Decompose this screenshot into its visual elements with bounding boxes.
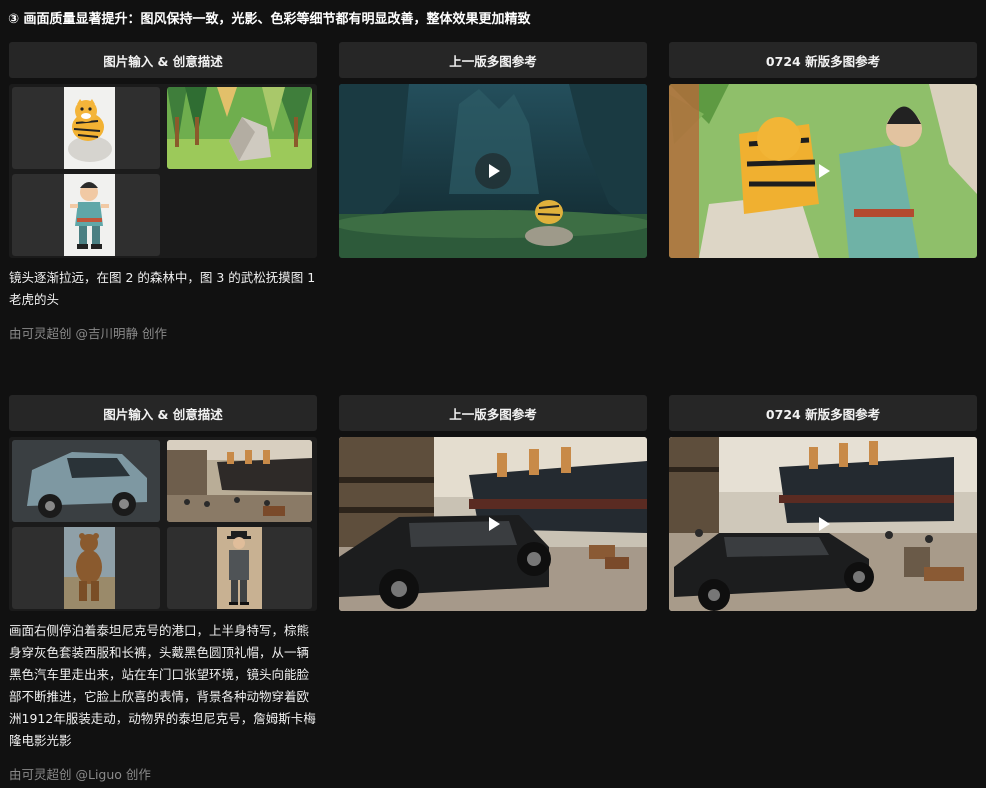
- header-new-version: 0724 新版多图参考: [669, 42, 977, 78]
- play-button[interactable]: [805, 506, 841, 542]
- play-icon: [489, 164, 500, 178]
- input-image-gentleman: [167, 527, 312, 609]
- new-version-video[interactable]: [669, 437, 977, 611]
- play-icon: [819, 517, 830, 531]
- input-image-tiger: [12, 87, 160, 169]
- example-credit: 由可灵超创 @吉川明静 创作: [9, 326, 167, 341]
- example-description: 镜头逐渐拉远，在图 2 的森林中，图 3 的武松抚摸图 1 老虎的头: [9, 270, 316, 307]
- header-new-version: 0724 新版多图参考: [669, 395, 977, 431]
- input-image-port: [167, 440, 312, 522]
- input-image-car: [12, 440, 160, 522]
- previous-version-video[interactable]: [339, 437, 647, 611]
- input-image-character: [12, 174, 160, 256]
- play-icon: [489, 517, 500, 531]
- header-input-description: 图片输入 & 创意描述: [9, 42, 317, 78]
- input-images-panel: [9, 84, 317, 258]
- play-button[interactable]: [805, 153, 841, 189]
- play-button[interactable]: [475, 153, 511, 189]
- play-button[interactable]: [475, 506, 511, 542]
- input-images-panel: [9, 437, 317, 611]
- play-icon: [819, 164, 830, 178]
- header-previous-version: 上一版多图参考: [339, 395, 647, 431]
- header-input-description: 图片输入 & 创意描述: [9, 395, 317, 431]
- section-title: ③ 画面质量显著提升：图风保持一致，光影、色彩等细节都有明显改善，整体效果更加精…: [8, 12, 531, 27]
- input-image-forest: [167, 87, 312, 169]
- new-version-video[interactable]: [669, 84, 977, 258]
- header-previous-version: 上一版多图参考: [339, 42, 647, 78]
- example-description: 画面右侧停泊着泰坦尼克号的港口，上半身特写，棕熊身穿灰色套装西服和长裤，头戴黑色…: [9, 623, 316, 748]
- previous-version-video[interactable]: [339, 84, 647, 258]
- example-credit: 由可灵超创 @Liguo 创作: [9, 767, 151, 782]
- input-image-bear: [12, 527, 160, 609]
